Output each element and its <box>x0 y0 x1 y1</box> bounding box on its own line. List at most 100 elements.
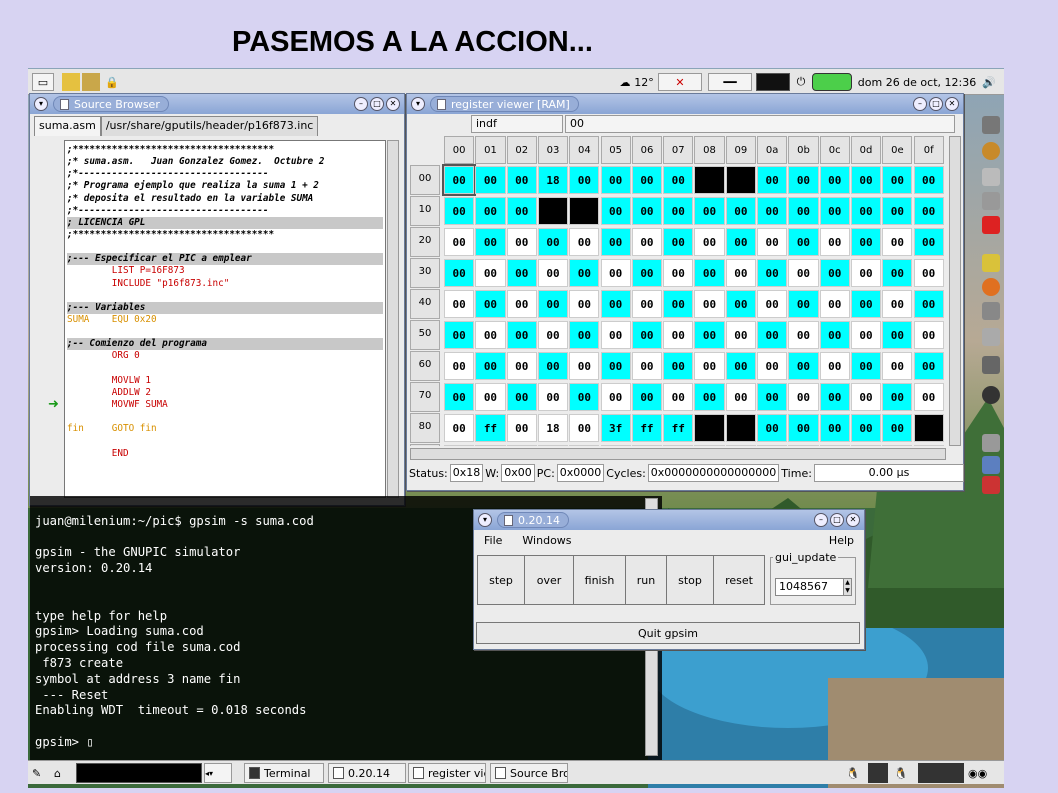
register-cell[interactable]: 00 <box>882 290 913 318</box>
register-cell[interactable]: 00 <box>444 414 475 442</box>
register-cell[interactable]: 00 <box>600 228 631 256</box>
register-cell[interactable]: 00 <box>569 321 600 349</box>
register-cell[interactable] <box>569 197 600 225</box>
register-cell[interactable]: 00 <box>819 383 850 411</box>
register-cell[interactable]: 00 <box>819 228 850 256</box>
register-cell[interactable] <box>475 445 506 446</box>
register-cell[interactable]: 00 <box>882 228 913 256</box>
register-cell[interactable]: 00 <box>913 352 944 380</box>
register-cell[interactable]: 00 <box>506 290 537 318</box>
screen-icon[interactable] <box>982 434 1000 452</box>
register-cell[interactable]: 00 <box>663 321 694 349</box>
register-cell[interactable]: 00 <box>913 321 944 349</box>
speaker-icon[interactable]: 🔊 <box>980 73 998 91</box>
maximize-icon[interactable]: □ <box>929 97 943 111</box>
register-cell[interactable] <box>882 445 913 446</box>
command-input[interactable] <box>76 763 202 783</box>
register-cell[interactable]: 00 <box>819 414 850 442</box>
register-cell[interactable]: 00 <box>631 197 663 225</box>
register-cell[interactable]: 00 <box>725 352 756 380</box>
register-cell[interactable]: 00 <box>788 259 819 287</box>
register-cell[interactable]: 00 <box>444 259 475 287</box>
register-cell[interactable]: 00 <box>725 321 756 349</box>
register-cell[interactable]: 00 <box>631 290 663 318</box>
register-cell[interactable]: 00 <box>757 414 788 442</box>
register-cell[interactable]: 00 <box>600 352 631 380</box>
register-cell[interactable] <box>694 445 725 446</box>
register-cell[interactable]: 00 <box>882 197 913 225</box>
register-cell[interactable]: 00 <box>788 197 819 225</box>
register-cell[interactable]: 00 <box>725 383 756 411</box>
register-cell[interactable]: 00 <box>506 321 537 349</box>
register-cell[interactable] <box>757 445 788 446</box>
register-cell[interactable]: 00 <box>694 383 725 411</box>
close-icon[interactable]: ✕ <box>386 97 400 111</box>
register-cell[interactable]: 00 <box>663 352 694 380</box>
register-cell[interactable]: 00 <box>600 197 631 225</box>
register-cell[interactable] <box>913 445 944 446</box>
register-cell[interactable]: 00 <box>725 259 756 287</box>
register-cell[interactable]: 00 <box>819 290 850 318</box>
register-viewer-titlebar[interactable]: ▾ register viewer [RAM] – □ ✕ <box>407 94 963 114</box>
register-cell[interactable]: 00 <box>694 197 725 225</box>
register-cell[interactable]: 00 <box>475 228 506 256</box>
register-cell[interactable]: 00 <box>882 259 913 287</box>
network-app-icon[interactable] <box>982 356 1000 374</box>
register-cell[interactable]: 00 <box>537 228 569 256</box>
monitor-icon[interactable] <box>982 302 1000 320</box>
over-button[interactable]: over <box>524 555 574 605</box>
step-button[interactable]: step <box>477 555 525 605</box>
menu-help[interactable]: Help <box>819 532 864 550</box>
task-gpsim[interactable]: 0.20.14 <box>328 763 406 783</box>
workspace-switcher[interactable] <box>918 763 964 783</box>
register-cell[interactable]: 00 <box>506 414 537 442</box>
register-cell[interactable]: 00 <box>913 290 944 318</box>
gpsim-titlebar[interactable]: ▾ 0.20.14 – □ ✕ <box>474 510 864 530</box>
register-cell[interactable]: 00 <box>694 228 725 256</box>
register-cell[interactable]: 00 <box>444 383 475 411</box>
register-cell[interactable]: 00 <box>600 383 631 411</box>
pdf-icon[interactable] <box>982 476 1000 494</box>
register-cell[interactable]: 00 <box>913 259 944 287</box>
register-cell[interactable]: 00 <box>537 383 569 411</box>
red-app-icon[interactable] <box>982 216 1000 234</box>
register-cell[interactable]: 00 <box>537 290 569 318</box>
register-cell[interactable] <box>537 445 569 446</box>
register-cell[interactable]: 00 <box>913 383 944 411</box>
register-cell[interactable]: 00 <box>913 166 944 194</box>
register-cell[interactable] <box>819 445 850 446</box>
register-cell[interactable]: 00 <box>788 383 819 411</box>
source-code-view[interactable]: ;************************************ ;* … <box>64 140 386 498</box>
register-cell[interactable]: 00 <box>694 290 725 318</box>
register-cell[interactable]: 00 <box>850 414 882 442</box>
register-cell[interactable] <box>663 445 694 446</box>
register-cell[interactable]: 00 <box>441 164 477 196</box>
gnome-foot-icon[interactable]: ✎ <box>32 763 48 783</box>
register-cell[interactable]: 00 <box>600 321 631 349</box>
register-cell[interactable]: 00 <box>569 383 600 411</box>
run-button[interactable]: run <box>625 555 667 605</box>
window-menu-icon[interactable]: ▾ <box>34 97 48 111</box>
quit-button[interactable]: Quit gpsim <box>476 622 860 644</box>
register-cell[interactable]: 00 <box>757 197 788 225</box>
close-icon[interactable]: ✕ <box>846 513 860 527</box>
stop-button[interactable]: stop <box>666 555 714 605</box>
register-cell[interactable]: 00 <box>725 228 756 256</box>
register-name-field[interactable]: indf <box>471 115 563 133</box>
register-cell[interactable]: 00 <box>694 259 725 287</box>
tux-icon[interactable]: 🐧 <box>846 763 864 783</box>
register-cell[interactable]: 00 <box>725 290 756 318</box>
register-cell[interactable]: 00 <box>663 228 694 256</box>
register-cell[interactable]: 00 <box>788 321 819 349</box>
tab-p16f873-inc[interactable]: /usr/share/gputils/header/p16f873.inc <box>100 116 319 136</box>
register-cell[interactable]: 00 <box>600 166 631 194</box>
register-cell[interactable]: 00 <box>475 290 506 318</box>
volume-slider[interactable]: ━━ <box>708 73 752 91</box>
register-cell[interactable]: 00 <box>631 259 663 287</box>
close-icon[interactable]: ✕ <box>945 97 959 111</box>
register-cell[interactable]: 00 <box>475 166 506 194</box>
register-cell[interactable]: 00 <box>819 352 850 380</box>
clock[interactable]: dom 26 de oct, 12:36 <box>856 73 978 91</box>
register-cell[interactable]: 00 <box>819 166 850 194</box>
register-cell[interactable]: 18 <box>537 166 569 194</box>
